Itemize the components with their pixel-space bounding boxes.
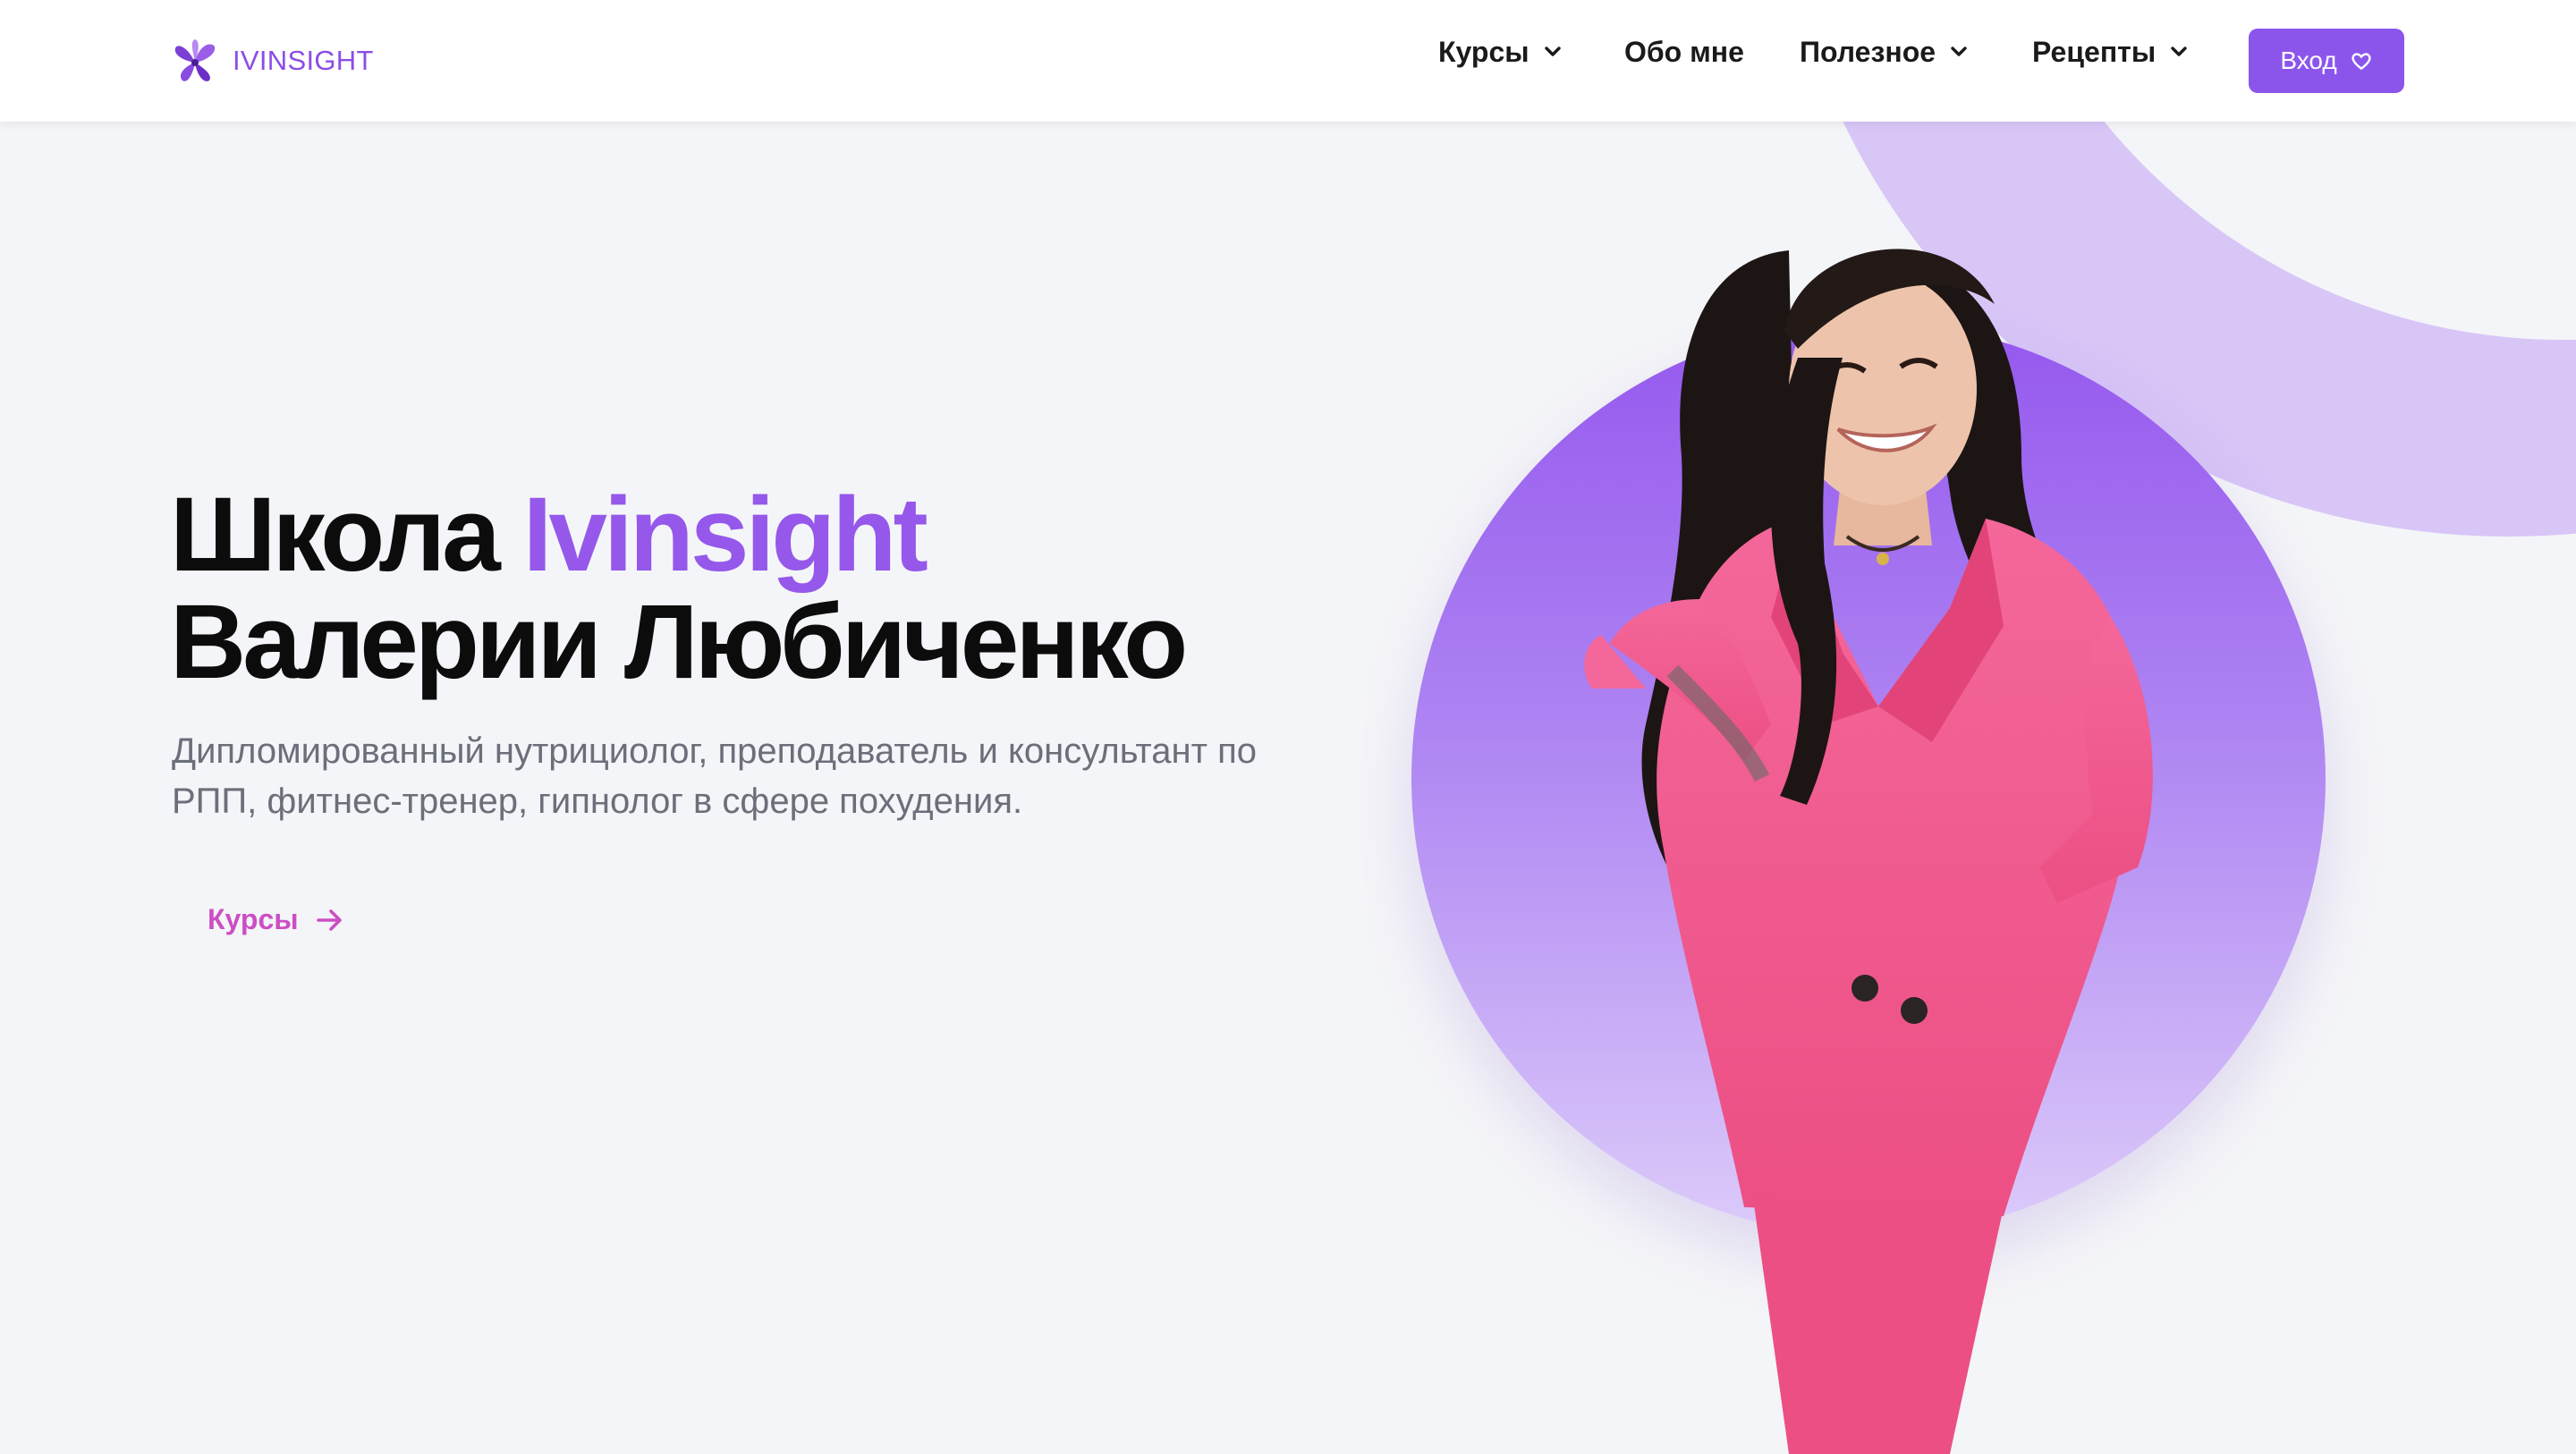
- chevron-down-icon: [2171, 46, 2187, 56]
- nav-item-useful[interactable]: Полезное: [1800, 27, 1970, 77]
- nav-item-label: Рецепты: [2032, 35, 2157, 68]
- hero-title: Школа Ivinsight Валерии Любиченко: [170, 481, 1188, 696]
- portrait-image: [1584, 249, 2153, 1454]
- nav-item-label: Курсы: [1438, 35, 1530, 68]
- chevron-down-icon: [1951, 46, 1967, 56]
- arrow-right-icon: [316, 909, 342, 931]
- login-button[interactable]: Вход: [2249, 29, 2404, 93]
- page: IVINSIGHT Курсы Обо мне Полезное Рецепты…: [0, 0, 2576, 1454]
- hero-title-line2: Валерии Любиченко: [170, 583, 1188, 701]
- hero-title-part1: Школа: [170, 476, 501, 594]
- hero-title-accent: Ivinsight: [522, 476, 928, 594]
- flower-logo-icon: [174, 39, 216, 81]
- login-button-label: Вход: [2280, 46, 2337, 74]
- hero-subtitle: Дипломированный нутрициолог, преподавате…: [172, 731, 1257, 821]
- logo[interactable]: IVINSIGHT: [172, 34, 374, 88]
- courses-cta-link[interactable]: Курсы: [208, 903, 345, 936]
- nav-item-label: Полезное: [1800, 35, 1936, 68]
- nav-item-recipes[interactable]: Рецепты: [2032, 27, 2190, 77]
- site-header: IVINSIGHT Курсы Обо мне Полезное Рецепты…: [0, 0, 2576, 122]
- nav-item-courses[interactable]: Курсы: [1438, 27, 1563, 77]
- heart-icon: [2351, 53, 2371, 70]
- nav-item-about[interactable]: Обо мне: [1624, 27, 1744, 77]
- chevron-down-icon: [1544, 46, 1561, 56]
- logo-text: IVINSIGHT: [233, 45, 374, 76]
- nav-item-label: Обо мне: [1624, 35, 1744, 68]
- courses-cta-label: Курсы: [208, 903, 299, 935]
